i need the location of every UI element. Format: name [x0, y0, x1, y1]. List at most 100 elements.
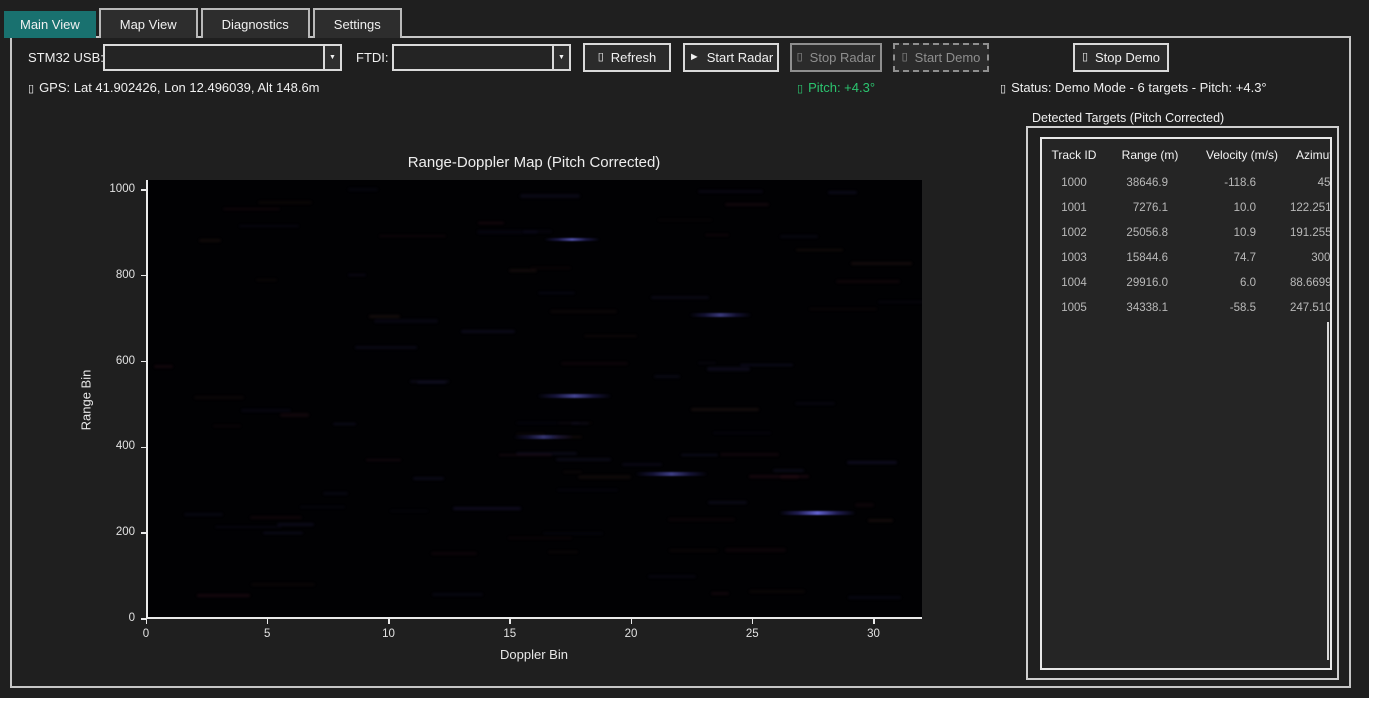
noise-smudge: [461, 330, 515, 333]
noise-smudge: [725, 203, 769, 206]
noise-smudge: [795, 402, 835, 405]
chevron-down-icon[interactable]: ▼: [323, 46, 340, 69]
noise-smudge: [851, 262, 912, 265]
cell-azimuth: 122.2510: [1290, 202, 1332, 214]
noise-smudge: [698, 362, 716, 364]
y-tick-label: 400: [95, 440, 135, 452]
noise-smudge: [239, 225, 299, 227]
col-azimuth: Azimuth: [1290, 148, 1332, 162]
cell-track-id: 1003: [1042, 252, 1106, 264]
tab-main-view[interactable]: Main View: [4, 11, 96, 38]
y-tick: [141, 275, 146, 277]
noise-smudge: [557, 489, 618, 492]
noise-smudge: [215, 526, 282, 529]
noise-smudge: [749, 590, 805, 592]
table-row[interactable]: 100534338.1-58.5247.5104: [1042, 295, 1330, 320]
noise-smudge: [809, 308, 877, 311]
y-tick: [141, 189, 146, 191]
noise-smudge: [184, 513, 223, 516]
cell-range: 15844.6: [1106, 252, 1194, 264]
status-icon: ▯: [1000, 83, 1006, 95]
stm32-port-value: [105, 46, 323, 69]
table-row[interactable]: 100315844.674.7300°: [1042, 245, 1330, 270]
tab-map-view[interactable]: Map View: [99, 8, 198, 38]
x-tick-label: 20: [616, 628, 646, 640]
ftdi-port-select[interactable]: ▼: [392, 44, 571, 71]
stm32-usb-label: STM32 USB:: [28, 50, 104, 65]
x-tick-label: 5: [252, 628, 282, 640]
noise-smudge: [223, 208, 280, 210]
refresh-button[interactable]: ▯Refresh: [583, 43, 671, 72]
noise-smudge: [556, 458, 611, 461]
y-tick-label: 600: [95, 355, 135, 367]
chevron-down-icon[interactable]: ▼: [552, 46, 569, 69]
noise-smudge: [277, 523, 314, 526]
x-tick-label: 30: [859, 628, 889, 640]
noise-smudge: [263, 532, 303, 534]
gps-status: ▯GPS: Lat 41.902426, Lon 12.496039, Alt …: [28, 80, 320, 95]
noise-smudge: [698, 190, 763, 193]
stop-demo-button[interactable]: ▯Stop Demo: [1073, 43, 1169, 72]
noise-smudge: [707, 367, 750, 370]
noise-smudge: [366, 459, 401, 461]
noise-smudge: [154, 365, 173, 368]
noise-smudge: [348, 188, 378, 191]
table-row[interactable]: 100038646.9-118.645°: [1042, 170, 1330, 195]
x-tick-label: 25: [737, 628, 767, 640]
table-body: 100038646.9-118.645°10017276.110.0122.25…: [1042, 170, 1330, 320]
button-label: Start Demo: [915, 50, 981, 65]
status-text: Status: Demo Mode - 6 targets - Pitch: +…: [1011, 80, 1267, 95]
noise-smudge: [713, 432, 771, 435]
tab-bar: Main ViewMap ViewDiagnosticsSettings: [4, 5, 405, 38]
noise-smudge: [374, 319, 438, 322]
cell-range: 38646.9: [1106, 177, 1194, 189]
noise-smudge: [651, 296, 709, 299]
noise-smudge: [855, 503, 874, 506]
y-tick-label: 200: [95, 526, 135, 538]
stm32-port-select[interactable]: ▼: [103, 44, 342, 71]
noise-smudge: [323, 492, 348, 495]
noise-smudge: [453, 507, 521, 510]
tab-settings[interactable]: Settings: [313, 8, 402, 38]
cell-velocity: -58.5: [1194, 302, 1290, 314]
table-row[interactable]: 100429916.06.088.66998: [1042, 270, 1330, 295]
noise-smudge: [369, 315, 400, 318]
x-tick-label: 0: [131, 628, 161, 640]
cell-velocity: 6.0: [1194, 277, 1290, 289]
noise-smudge: [654, 375, 680, 378]
noise-smudge: [720, 453, 779, 455]
tab-diagnostics[interactable]: Diagnostics: [201, 8, 310, 38]
refresh-icon: ▯: [598, 52, 604, 63]
noise-smudge: [878, 301, 922, 303]
col-range: Range (m): [1106, 148, 1194, 162]
start-radar-button[interactable]: ►Start Radar: [683, 43, 779, 72]
noise-smudge: [258, 201, 312, 203]
noise-smudge: [355, 346, 417, 349]
cell-azimuth: 88.66998: [1290, 277, 1332, 289]
gps-text: GPS: Lat 41.902426, Lon 12.496039, Alt 1…: [39, 80, 319, 95]
noise-smudge: [478, 222, 504, 225]
noise-smudge: [836, 280, 900, 283]
table-scrollbar-thumb[interactable]: [1327, 322, 1329, 660]
start-demo-button: ▯Start Demo: [893, 43, 989, 72]
table-row[interactable]: 10017276.110.0122.2510: [1042, 195, 1330, 220]
table-row[interactable]: 100225056.810.9191.2552: [1042, 220, 1330, 245]
noise-smudge: [509, 269, 537, 272]
cell-velocity: -118.6: [1194, 177, 1290, 189]
cell-velocity: 10.9: [1194, 227, 1290, 239]
noise-smudge: [431, 552, 477, 554]
y-axis-label: Range Bin: [79, 370, 94, 431]
noise-smudge: [681, 454, 718, 456]
x-tick-label: 10: [374, 628, 404, 640]
noise-smudge: [622, 463, 662, 465]
x-tick: [631, 619, 633, 624]
noise-smudge: [530, 267, 571, 269]
x-tick-label: 15: [495, 628, 525, 640]
noise-smudge: [390, 510, 428, 512]
noise-smudge: [648, 575, 696, 578]
col-track-id: Track ID: [1042, 148, 1106, 162]
cell-azimuth: 300°: [1290, 252, 1332, 264]
pitch-text: Pitch: +4.3°: [808, 80, 875, 95]
noise-smudge: [668, 518, 735, 521]
x-tick: [267, 619, 269, 624]
